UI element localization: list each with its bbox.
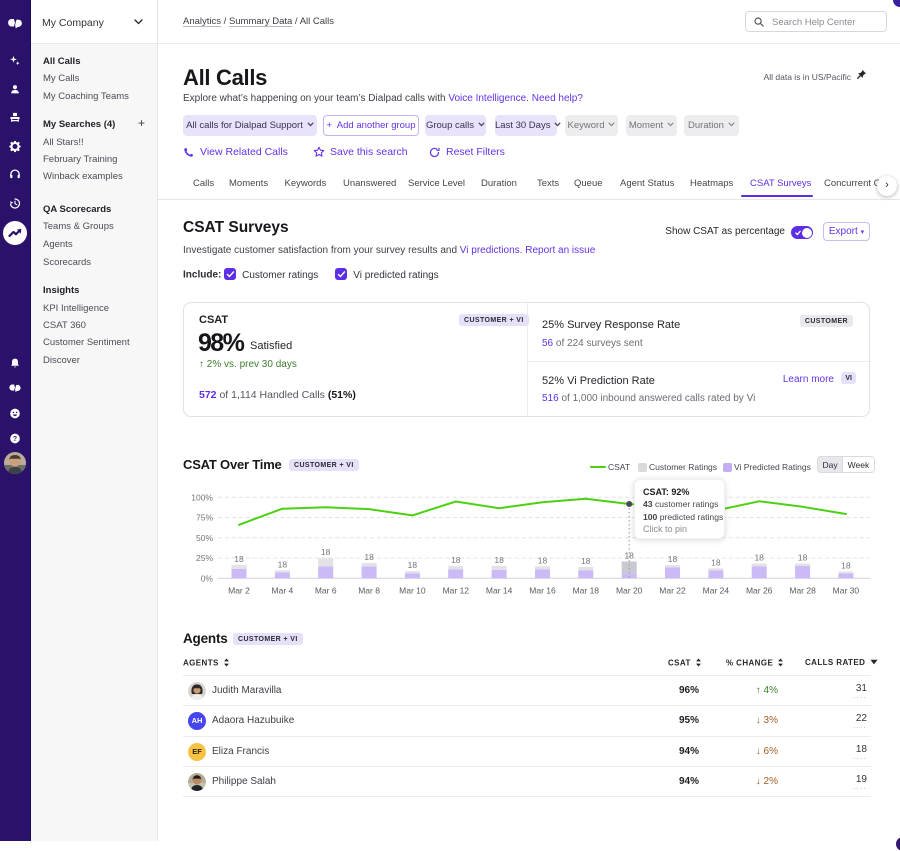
svg-text:18: 18 <box>234 554 244 564</box>
svg-text:Mar 20: Mar 20 <box>616 585 643 595</box>
svg-text:18: 18 <box>321 547 331 557</box>
svg-text:Mar 16: Mar 16 <box>529 585 556 595</box>
svg-text:18: 18 <box>278 559 288 569</box>
svg-text:Mar 12: Mar 12 <box>443 585 470 595</box>
svg-text:Mar 22: Mar 22 <box>659 585 686 595</box>
svg-text:Mar 10: Mar 10 <box>399 585 426 595</box>
svg-text:18: 18 <box>538 555 548 565</box>
svg-text:18: 18 <box>841 561 851 571</box>
svg-text:Mar 6: Mar 6 <box>315 585 337 595</box>
svg-text:50%: 50% <box>196 533 213 543</box>
svg-text:?: ? <box>13 435 17 442</box>
svg-text:Mar 18: Mar 18 <box>573 585 600 595</box>
svg-text:Mar 14: Mar 14 <box>486 585 513 595</box>
svg-text:18: 18 <box>668 554 678 564</box>
svg-text:18: 18 <box>754 553 764 563</box>
svg-text:18: 18 <box>494 555 504 565</box>
svg-text:75%: 75% <box>196 513 213 523</box>
svg-text:18: 18 <box>711 557 721 567</box>
svg-text:0%: 0% <box>201 573 214 583</box>
svg-text:18: 18 <box>451 555 461 565</box>
svg-text:18: 18 <box>408 560 418 570</box>
svg-text:Mar 2: Mar 2 <box>228 585 250 595</box>
svg-text:Mar 24: Mar 24 <box>703 585 730 595</box>
svg-text:18: 18 <box>798 553 808 563</box>
svg-text:Mar 26: Mar 26 <box>746 585 773 595</box>
svg-text:100%: 100% <box>191 492 213 502</box>
svg-text:Mar 8: Mar 8 <box>358 585 380 595</box>
svg-text:25%: 25% <box>196 553 213 563</box>
svg-text:Mar 4: Mar 4 <box>272 585 294 595</box>
svg-text:18: 18 <box>364 552 374 562</box>
svg-text:Mar 28: Mar 28 <box>789 585 816 595</box>
svg-text:18: 18 <box>581 556 591 566</box>
svg-text:Mar 30: Mar 30 <box>833 585 860 595</box>
